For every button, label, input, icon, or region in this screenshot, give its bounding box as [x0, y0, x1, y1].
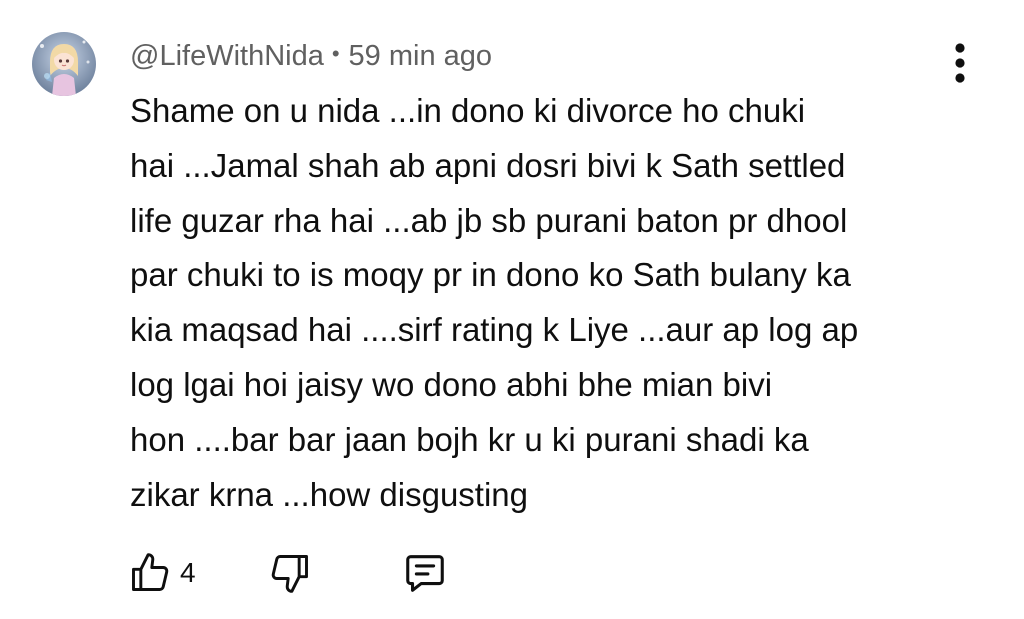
like-button[interactable]: 4: [128, 551, 268, 595]
avatar-image: [32, 32, 96, 96]
comment-header: @LifeWithNida • 59 min ago: [130, 36, 492, 76]
dislike-button[interactable]: [268, 551, 402, 595]
separator-dot: •: [331, 41, 340, 66]
like-count: 4: [180, 557, 196, 588]
avatar[interactable]: [32, 32, 96, 96]
thumbs-down-icon: [271, 555, 308, 593]
more-options-button[interactable]: [940, 40, 980, 86]
comment-text: Shame on u nida ...in dono ki divorce ho…: [130, 92, 859, 513]
thumbs-up-icon: [132, 553, 169, 591]
comment-timestamp: 59 min ago: [348, 39, 493, 72]
reply-button[interactable]: [402, 550, 448, 596]
author-name[interactable]: @LifeWithNida: [130, 40, 324, 73]
more-vertical-icon: [955, 43, 965, 83]
comment-card: @LifeWithNida • 59 min ago Shame on u ni…: [0, 0, 1024, 619]
comment-actions: 4: [128, 548, 448, 598]
comment-icon: [406, 555, 444, 592]
